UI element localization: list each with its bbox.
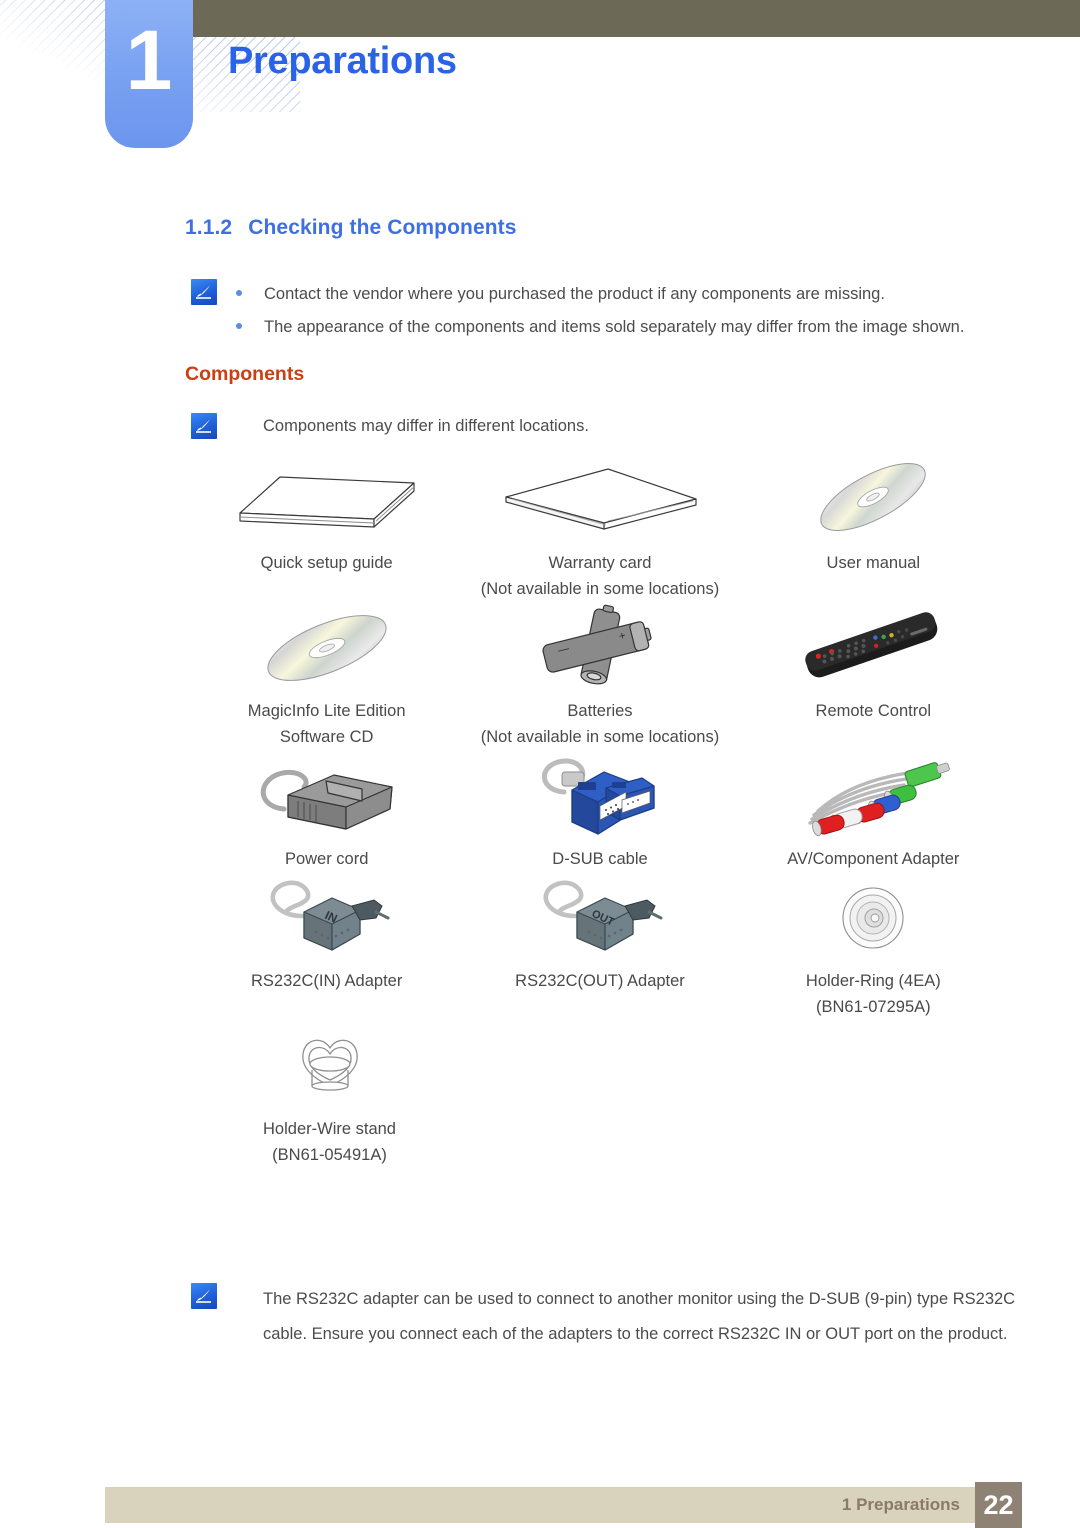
bullet-dot-icon [236,289,242,296]
cd-disc-icon [190,602,463,694]
top-note-bullet-2: The appearance of the components and ite… [236,311,964,344]
component-caption-line1: Power cord [284,850,369,868]
components-heading: Components [185,363,305,385]
batteries-icon: + — [463,602,736,694]
component-caption: AV/Component Adapter [787,846,959,872]
component-caption: Power cord [285,846,368,872]
components-row: Power cord D-SUB cable AV/Component Adap… [190,750,1010,872]
component-caption: Quick setup guide [261,550,393,576]
component-caption: Holder-Ring (4EA) (BN61-07295A) [806,968,941,1020]
components-grid: Quick setup guide Warranty card (Not ava… [190,458,1010,1168]
component-item: Holder-Wire stand (BN61-05491A) [190,1020,469,1168]
component-item: + — Batteries (Not available in some loc… [463,602,736,750]
top-note-bullets: Contact the vendor where you purchased t… [236,278,964,344]
components-row: Quick setup guide Warranty card (Not ava… [190,458,1010,602]
bottom-note-block: The RS232C adapter can be used to connec… [190,1282,1015,1352]
components-note-text: Components may differ in different locat… [263,417,589,435]
component-caption-line1: Quick setup guide [260,554,393,572]
top-note-bullet-1: Contact the vendor where you purchased t… [236,278,964,311]
section-heading: 1.1.2 Checking the Components [185,216,517,240]
component-caption-line2: Software CD [279,728,374,746]
component-caption-line1: RS232C(OUT) Adapter [515,972,685,990]
component-caption: RS232C(OUT) Adapter [515,968,685,994]
components-row: IN RS232C(IN) Adapter OUT RS232C(OUT) Ad… [190,872,1010,1020]
component-caption-line2: (Not available in some locations) [480,580,720,598]
component-caption-line1: RS232C(IN) Adapter [251,972,403,990]
components-row: MagicInfo Lite Edition Software CD + — B… [190,602,1010,750]
component-item: Remote Control [737,602,1010,750]
component-item: AV/Component Adapter [737,750,1010,872]
component-caption-line1: User manual [826,554,921,572]
component-item: OUT RS232C(OUT) Adapter [463,872,736,1020]
dsub-cable-icon [463,750,736,842]
page-number-box: 22 [975,1482,1022,1528]
chapter-title: Preparations [228,40,457,82]
bottom-note-line1: The RS232C adapter can be used to connec… [263,1290,1016,1308]
section-title: Checking the Components [248,216,517,239]
component-caption: User manual [827,550,921,576]
av-component-adapter-icon [737,750,1010,842]
note-pencil-icon [190,412,218,440]
bullet-dot-icon [236,322,242,329]
component-caption: Holder-Wire stand (BN61-05491A) [263,1116,396,1168]
top-note-bullet-1-text: Contact the vendor where you purchased t… [264,285,885,303]
component-item: Power cord [190,750,463,872]
cd-disc-icon [737,458,1010,536]
top-note-block: Contact the vendor where you purchased t… [190,278,964,344]
component-caption-line1: D-SUB cable [552,850,648,868]
component-item: Warranty card (Not available in some loc… [463,458,736,602]
component-caption: D-SUB cable [552,846,647,872]
footer-label: 1 Preparations [841,1495,960,1514]
component-caption: RS232C(IN) Adapter [251,968,402,994]
component-caption-line1: Batteries [567,702,633,720]
component-caption-line2: (BN61-07295A) [815,998,931,1016]
component-caption-line1: AV/Component Adapter [787,850,960,868]
component-item: User manual [737,458,1010,602]
rs232c-in-adapter-icon: IN [190,872,463,964]
components-note-block: Components may differ in different locat… [190,412,589,440]
chapter-number: 1 [125,13,173,107]
component-caption: Remote Control [816,698,932,724]
note-pencil-icon [190,1282,218,1310]
note-pencil-icon [190,278,218,306]
component-item: Holder-Ring (4EA) (BN61-07295A) [737,872,1010,1020]
component-caption-line2: (BN61-05491A) [272,1146,387,1164]
power-cord-icon [190,750,463,842]
paper-stack-icon [463,458,736,536]
component-caption: Warranty card (Not available in some loc… [481,550,719,602]
bottom-note-line2: cable. Ensure you connect each of the ad… [263,1325,1008,1343]
remote-control-icon [737,602,1010,694]
component-item: MagicInfo Lite Edition Software CD [190,602,463,750]
component-item: Quick setup guide [190,458,463,602]
header-olive-bar [192,0,1080,37]
component-caption: MagicInfo Lite Edition Software CD [248,698,406,750]
booklet-icon [190,458,463,536]
rs232c-out-adapter-icon: OUT [463,872,736,964]
holder-wire-stand-icon [190,1020,469,1112]
component-caption-line1: Holder-Wire stand [263,1120,396,1138]
component-caption-line1: Remote Control [815,702,932,720]
component-caption-line1: Holder-Ring (4EA) [805,972,941,990]
component-caption-line1: Warranty card [548,554,652,572]
chapter-number-tab: 1 [105,0,193,148]
bottom-note-text: The RS232C adapter can be used to connec… [218,1282,1015,1352]
holder-ring-icon [737,872,1010,964]
top-note-bullet-2-text: The appearance of the components and ite… [264,318,965,336]
component-caption-line1: MagicInfo Lite Edition [247,702,406,720]
components-row: Holder-Wire stand (BN61-05491A) [190,1020,1010,1168]
component-item: D-SUB cable [463,750,736,872]
component-item: IN RS232C(IN) Adapter [190,872,463,1020]
component-caption-line2: (Not available in some locations) [480,728,720,746]
section-number: 1.1.2 [185,216,233,239]
component-caption: Batteries (Not available in some locatio… [481,698,719,750]
